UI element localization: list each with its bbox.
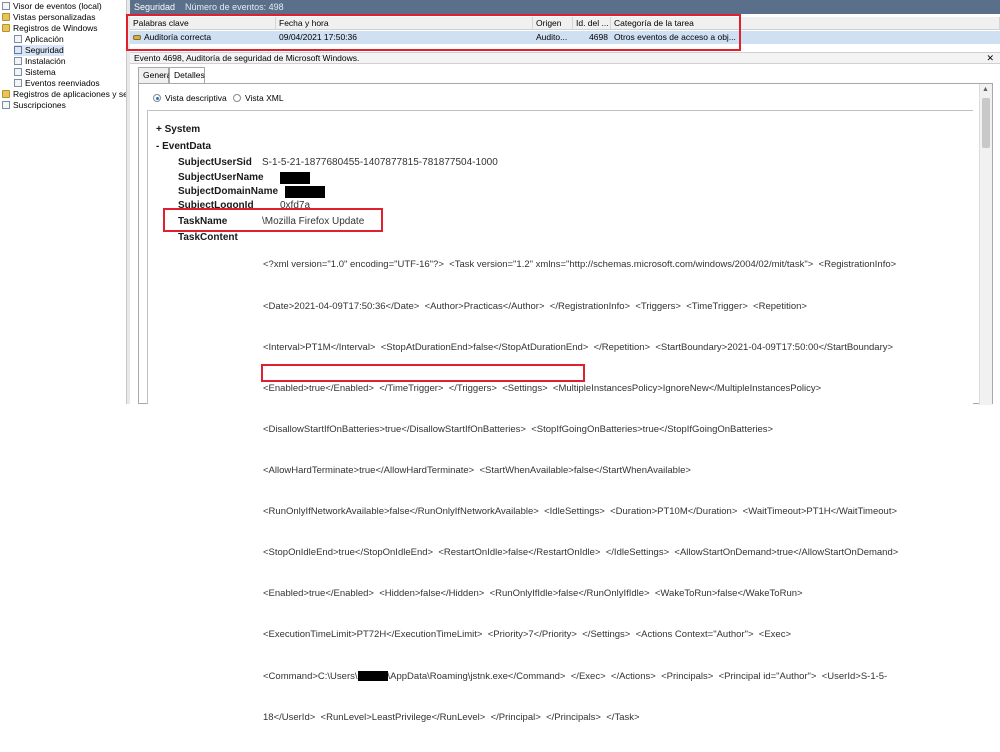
cell-keywords: Auditoría correcta [130,31,276,44]
content-pane: Seguridad Número de eventos: 498 Palabras… [130,0,1000,723]
tree-item-subscriptions[interactable]: Suscripciones [2,100,66,111]
tab-details[interactable]: Detalles [169,67,205,84]
value-subject-domain-name [285,186,325,199]
folder-icon [2,24,10,32]
radio-label: Vista descriptiva [165,93,227,103]
value-subject-user-sid: S-1-5-21-1877680455-1407877815-781877504… [262,157,498,168]
xml-line: <DisallowStartIfOnBatteries>true</Disall… [263,423,774,435]
node-eventdata[interactable]: - EventData [156,141,211,152]
event-title: Evento 4698, Auditoría de seguridad de M… [134,53,360,63]
tree-item-setup[interactable]: Instalación [14,56,66,67]
log-icon [14,79,22,87]
tab-general[interactable]: General [138,67,173,83]
tree-item-label: Registros de Windows [13,23,98,33]
redaction-block [280,172,310,184]
close-icon[interactable]: ✕ [986,53,994,64]
tree-item-label: Suscripciones [13,100,66,110]
column-datetime[interactable]: Fecha y hora [276,17,533,30]
node-system[interactable]: + System [156,124,200,135]
tree-item-label: Aplicación [25,34,64,44]
log-icon [2,101,10,109]
field-subject-domain-name: SubjectDomainName [178,186,279,197]
field-task-content: TaskContent [178,232,238,243]
tree-item-application[interactable]: Aplicación [14,34,64,45]
column-keywords[interactable]: Palabras clave [130,17,276,30]
column-event-id[interactable]: Id. del ... [573,17,611,30]
tree-item-windows-logs[interactable]: Registros de Windows [2,23,98,34]
redaction-block [285,186,325,198]
log-icon [14,68,22,76]
xml-line: <?xml version="1.0" encoding="UTF-16"?> … [263,259,897,271]
tree-item-forwarded[interactable]: Eventos reenviados [14,78,100,89]
command-tail: </Exec> </Actions> <Principals> <Princip… [565,670,888,682]
radio-friendly-view[interactable]: Vista descriptiva [153,93,227,103]
cell-task-category: Otros eventos de acceso a obj... [614,32,736,42]
xml-line: <AllowHardTerminate>true</AllowHardTermi… [263,464,691,476]
command-prefix: <Command>C:\Users\ [263,670,358,682]
event-count: Número de eventos: 498 [185,2,284,12]
radio-xml-view[interactable]: Vista XML [233,93,284,103]
cell-text: Auditoría correcta [144,32,212,42]
scroll-thumb[interactable] [982,98,990,148]
scroll-up-icon[interactable]: ▲ [982,86,989,93]
redaction-block [357,670,388,681]
xml-line: 18</UserId> <RunLevel>LeastPrivilege</Ru… [263,711,640,723]
tree-item-root[interactable]: Visor de eventos (local) [2,1,102,12]
event-title-bar: Evento 4698, Auditoría de seguridad de M… [130,52,1000,64]
tree-item-label: Registros de aplicaciones y serv [13,89,127,99]
xml-line: <Enabled>true</Enabled> </TimeTrigger> <… [263,382,822,394]
tree-item-label: Seguridad [25,45,64,55]
cell-datetime: 09/04/2021 17:50:36 [279,32,357,42]
xml-line: <Enabled>true</Enabled> <Hidden>false</H… [263,588,803,600]
field-task-name: TaskName [178,216,228,227]
tree-item-label: Instalación [25,56,66,66]
xml-line: <RunOnlyIfNetworkAvailable>false</RunOnl… [263,506,897,518]
xml-line-command: <Command>C:\Users\ \AppData\Roaming\jstnk… [263,670,983,684]
xml-line: <Date>2021-04-09T17:50:36</Date> <Author… [263,300,807,312]
radio-selected-icon [153,94,161,102]
tree-item-label: Eventos reenviados [25,78,100,88]
tree-item-label: Visor de eventos (local) [13,1,102,11]
console-tree: Visor de eventos (local) Vistas personal… [0,0,127,404]
folder-icon [2,90,10,98]
folder-icon [2,13,10,21]
cell-event-id: 4698 [589,32,608,42]
column-source[interactable]: Origen [533,17,573,30]
tree-item-label: Sistema [25,67,56,77]
log-icon [14,57,22,65]
cell-source: Audito... [536,32,568,42]
tree-item-security[interactable]: Seguridad [14,45,64,56]
key-icon [133,35,141,40]
log-header: Seguridad Número de eventos: 498 [130,0,1000,14]
computer-icon [2,2,10,10]
field-subject-user-sid: SubjectUserSid [178,157,252,168]
field-subject-logon-id: SubjectLogonId [178,200,254,211]
xml-line: <Interval>PT1M</Interval> <StopAtDuratio… [263,341,894,353]
xml-line: <ExecutionTimeLimit>PT72H</ExecutionTime… [263,629,792,641]
column-task-category[interactable]: Categoría de la tarea [611,17,1000,30]
value-task-name: \Mozilla Firefox Update [262,216,365,227]
event-row-selected[interactable]: Auditoría correcta 09/04/2021 17:50:36 A… [130,31,1000,44]
log-title: Seguridad [134,2,176,12]
tree-item-app-services[interactable]: Registros de aplicaciones y serv [2,89,127,100]
field-subject-user-name: SubjectUserName [178,172,264,183]
xml-line: <StopOnIdleEnd>true</StopOnIdleEnd> <Res… [263,547,899,559]
command-path: \AppData\Roaming\jstnk.exe</Command> [387,670,566,682]
tree-item-system[interactable]: Sistema [14,67,56,78]
radio-label: Vista XML [245,93,284,103]
tree-item-label: Vistas personalizadas [13,12,96,22]
log-icon [14,35,22,43]
radio-empty-icon [233,94,241,102]
task-content-xml: <?xml version="1.0" encoding="UTF-16"?> … [263,231,983,752]
log-icon [14,46,22,54]
tree-item-custom-views[interactable]: Vistas personalizadas [2,12,96,23]
value-subject-logon-id: 0xfd7a [280,200,311,211]
value-subject-user-name [280,172,310,185]
event-grid-header: Palabras clave Fecha y hora Origen Id. d… [130,17,1000,30]
